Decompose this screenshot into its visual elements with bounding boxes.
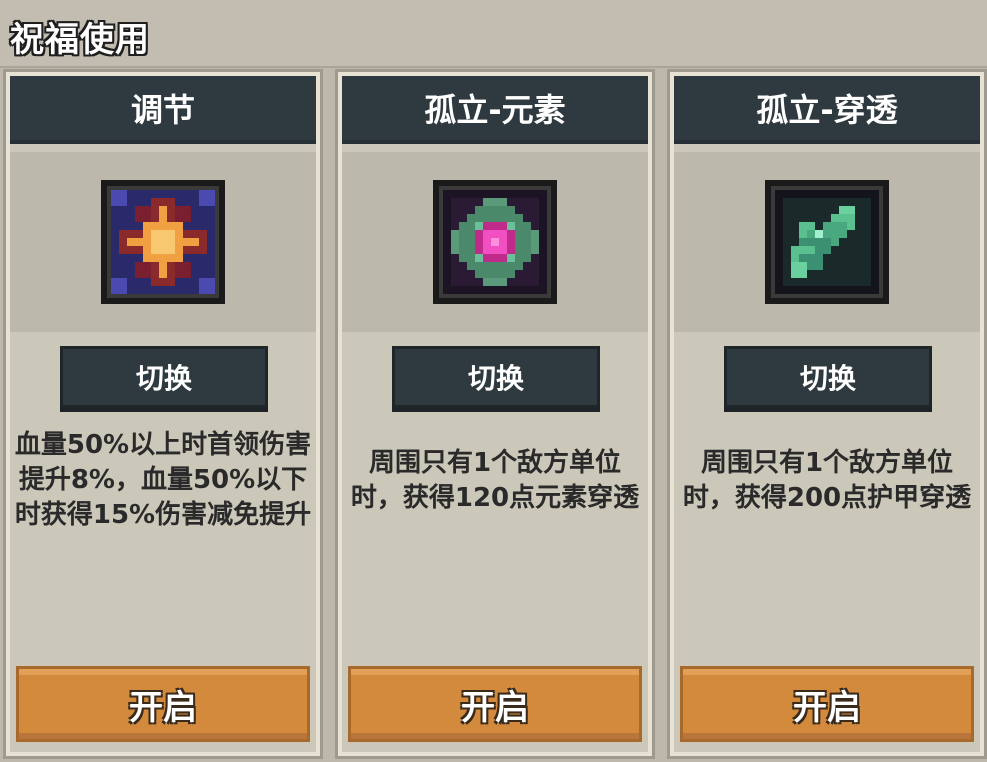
open-button[interactable]: 开启: [16, 666, 310, 742]
card-title: 孤立-穿透: [756, 91, 898, 129]
open-button[interactable]: 开启: [680, 666, 974, 742]
switch-button[interactable]: 切换: [392, 346, 600, 408]
switch-label: 切换: [799, 362, 856, 395]
switch-button[interactable]: 切换: [60, 346, 268, 408]
blessing-card-1: 调节 切换 血量50%以上时首领伤害提升8%，血量50%以下时获得15%伤害减免…: [6, 72, 320, 756]
switch-label: 切换: [135, 362, 192, 395]
title-bar: 祝福使用: [0, 0, 987, 68]
card-header: 调节: [10, 76, 316, 144]
blessing-card-2: 孤立-元素 切换 周围只有1个敌方单位时，获得120点元素穿透 开启: [338, 72, 652, 756]
open-label: 开启: [461, 687, 529, 728]
open-label: 开启: [129, 687, 197, 728]
element-orb-icon: [433, 180, 557, 304]
card-header: 孤立-元素: [342, 76, 648, 144]
blessing-card-3: 孤立-穿透 切换 周围只有1个敌方单位时，获得200点护甲穿透 开启: [670, 72, 984, 756]
radiant-star-icon: [101, 180, 225, 304]
page-title: 祝福使用: [10, 20, 150, 60]
card-header: 孤立-穿透: [674, 76, 980, 144]
blessing-description: 周围只有1个敌方单位时，获得200点护甲穿透: [682, 448, 972, 513]
armor-pierce-icon: [765, 180, 889, 304]
icon-panel: [342, 152, 648, 332]
switch-label: 切换: [467, 362, 524, 395]
open-label: 开启: [793, 687, 861, 728]
card-title: 孤立-元素: [424, 91, 566, 129]
icon-panel: [10, 152, 316, 332]
blessing-description: 周围只有1个敌方单位时，获得120点元素穿透: [350, 448, 640, 513]
card-title: 调节: [130, 91, 195, 129]
switch-button[interactable]: 切换: [724, 346, 932, 408]
open-button[interactable]: 开启: [348, 666, 642, 742]
icon-panel: [674, 152, 980, 332]
blessing-description: 血量50%以上时首领伤害提升8%，血量50%以下时获得15%伤害减免提升: [14, 430, 312, 530]
